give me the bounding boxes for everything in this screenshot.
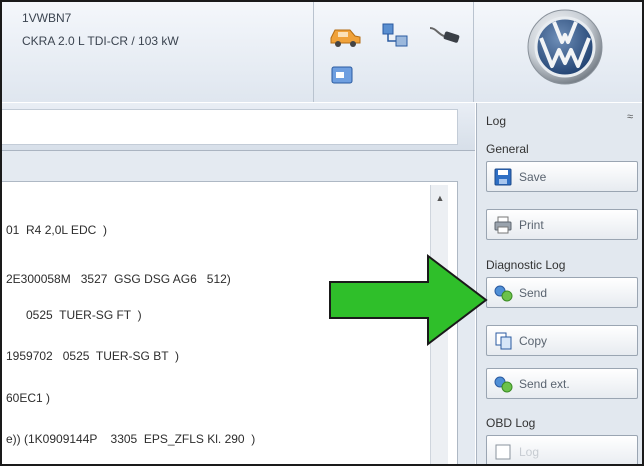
cable-icon[interactable]: [428, 24, 462, 48]
header: 1VWBN7 CKRA 2.0 L TDI-CR / 103 kW: [2, 2, 642, 102]
diagnostic-log-section-label: Diagnostic Log: [486, 258, 566, 272]
app-window: 1VWBN7 CKRA 2.0 L TDI-CR / 103 kW 01 R4 …: [0, 0, 644, 466]
list-item[interactable]: e)) (1K0909144P 3305 EPS_ZFLS Kl. 290 ): [6, 432, 255, 446]
vehicle-engine: CKRA 2.0 L TDI-CR / 103 kW: [22, 34, 179, 48]
send-ext-button[interactable]: Send ext.: [486, 368, 638, 399]
list-item[interactable]: 01 R4 2,0L EDC ): [6, 223, 107, 237]
save-button[interactable]: Save: [486, 161, 638, 192]
list-item[interactable]: 0525 TUER-SG FT ): [26, 308, 142, 322]
vehicle-info: 1VWBN7 CKRA 2.0 L TDI-CR / 103 kW: [2, 2, 314, 102]
list-item[interactable]: 60EC1 ): [6, 391, 50, 405]
list-item[interactable]: 2E300058M 3527 GSG DSG AG6 512): [6, 272, 231, 286]
obd-log-section-label: OBD Log: [486, 416, 536, 430]
collapse-icon[interactable]: ≈: [627, 111, 633, 123]
vehicle-vin: 1VWBN7: [22, 11, 72, 25]
send-button-label: Send: [519, 285, 548, 300]
log-panel-title: Log: [486, 114, 507, 128]
send-button[interactable]: Send: [486, 277, 638, 308]
obd-log-button-label: Log: [519, 445, 540, 459]
scroll-up-icon[interactable]: ▲: [431, 191, 449, 205]
brand-logo-area: [474, 2, 642, 102]
send-ext-icon: [493, 374, 515, 394]
copy-button-label: Copy: [519, 333, 548, 348]
network-icon[interactable]: [380, 22, 410, 52]
log-panel: Log ≈ General Save Print Diagnostic Log …: [476, 103, 642, 464]
tab-strip: [2, 103, 475, 151]
print-button-label: Print: [519, 217, 544, 232]
send-icon: [493, 283, 515, 303]
send-ext-button-label: Send ext.: [519, 376, 570, 391]
general-section-label: General: [486, 142, 529, 156]
log-icon: [493, 442, 515, 462]
tab-content-bar: [2, 109, 458, 145]
vw-logo-icon: [526, 8, 604, 86]
usb-icon[interactable]: [330, 64, 356, 86]
copy-icon: [493, 331, 515, 351]
list-item[interactable]: 1959702 0525 TUER-SG BT ): [6, 349, 179, 363]
car-icon[interactable]: [328, 24, 362, 48]
obd-log-button[interactable]: Log: [486, 435, 638, 464]
copy-button[interactable]: Copy: [486, 325, 638, 356]
save-icon: [493, 167, 515, 187]
print-icon: [493, 215, 515, 235]
save-button-label: Save: [519, 169, 547, 184]
print-button[interactable]: Print: [486, 209, 638, 240]
green-arrow-icon: [329, 254, 488, 346]
connection-icons: [314, 2, 474, 102]
